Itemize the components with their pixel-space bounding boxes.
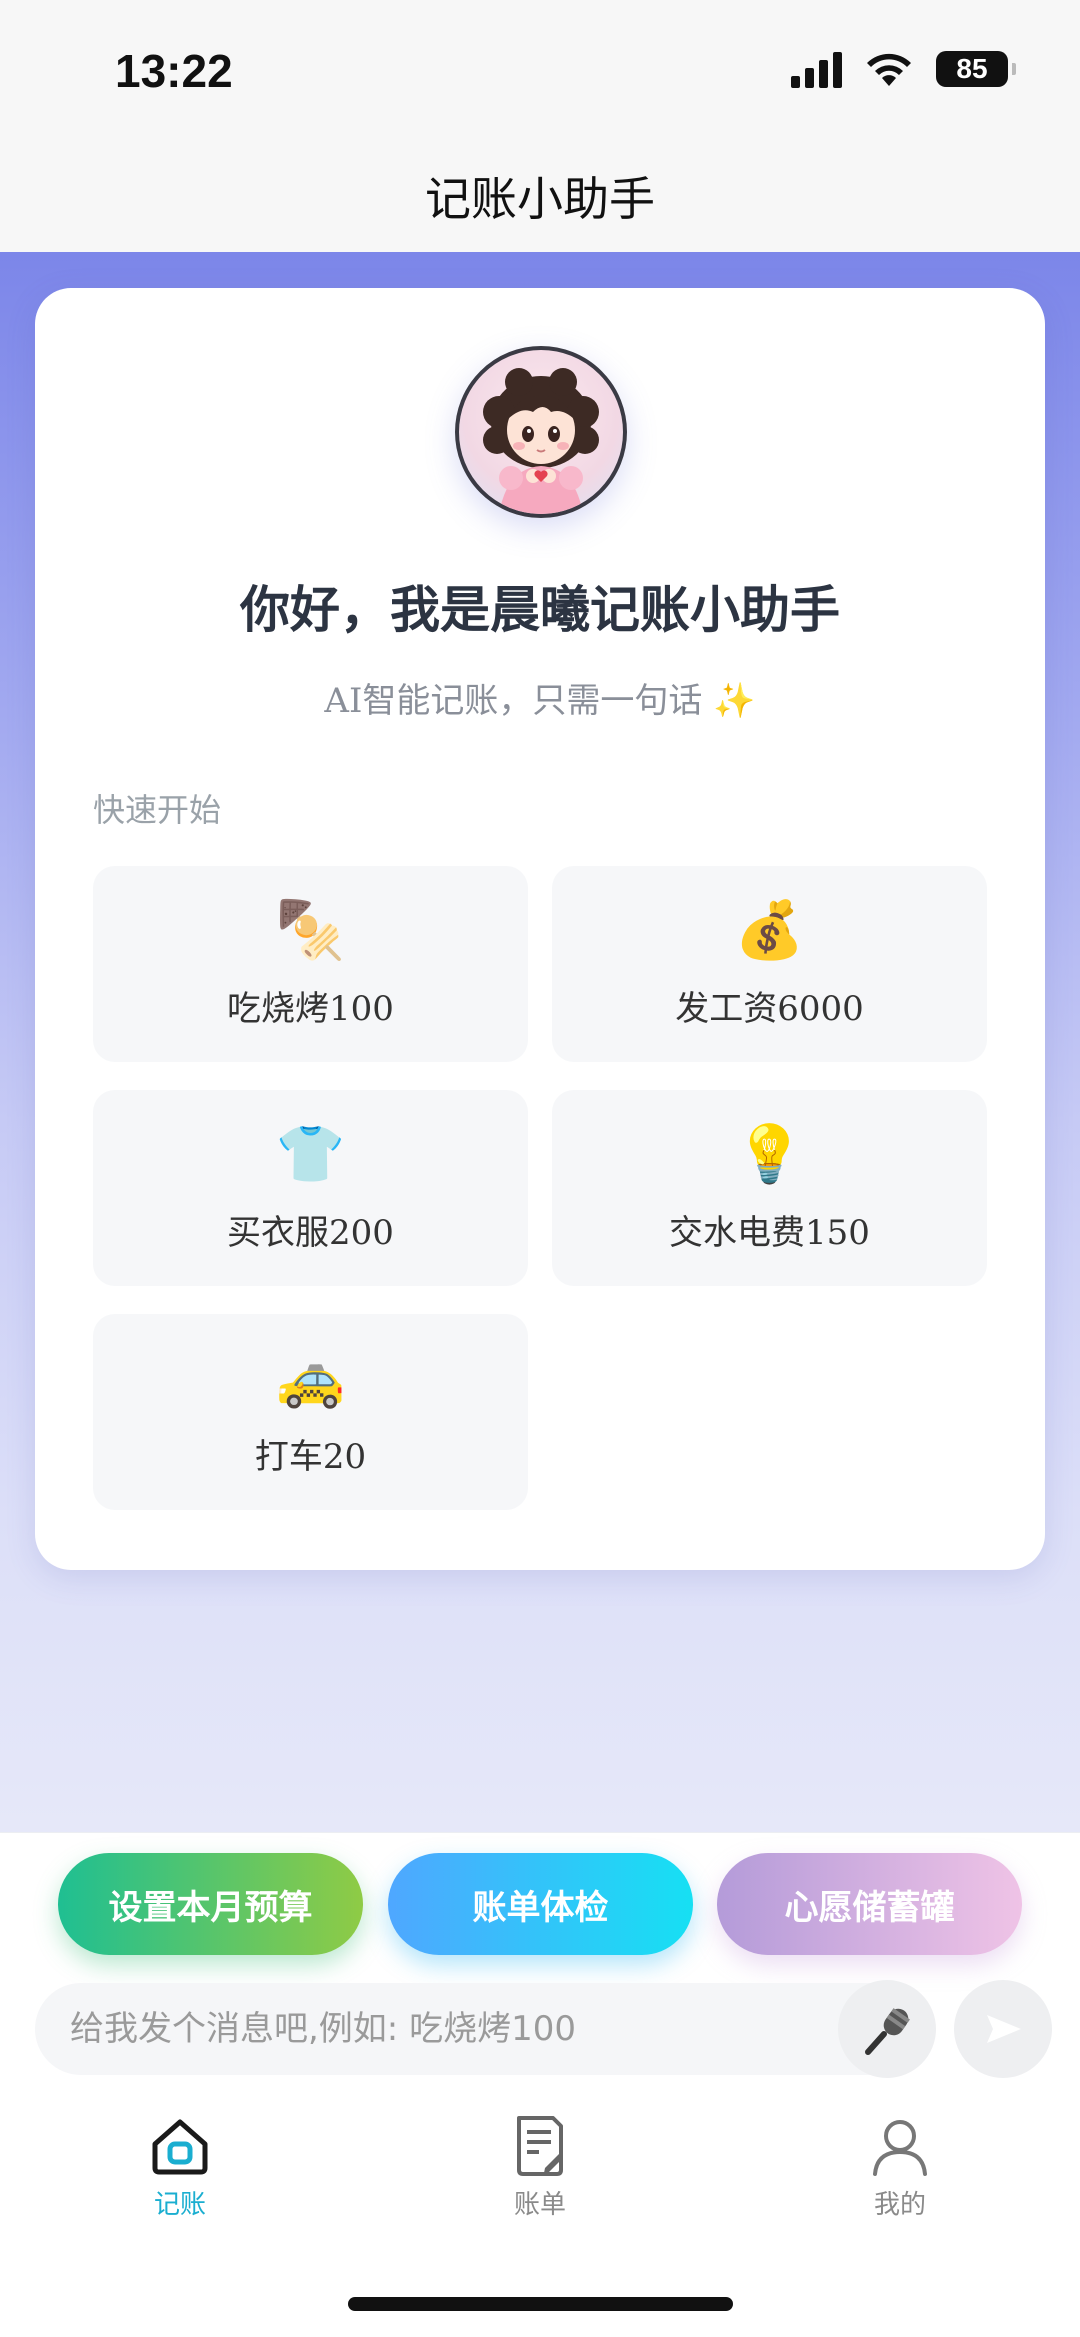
greeting-heading: 你好，我是晨曦记账小助手 (240, 581, 840, 639)
quick-action-utilities[interactable]: 💡 交水电费150 (552, 1090, 987, 1286)
lightbulb-icon: 💡 (734, 1121, 805, 1187)
microphone-icon (865, 2008, 910, 2055)
quick-action-label: 吃烧烤100 (227, 988, 394, 1029)
status-bar: 13:22 85 (0, 0, 1080, 140)
skewer-icon: 🍢 (275, 897, 346, 963)
user-icon (873, 2120, 927, 2176)
quick-start-label: 快速开始 (93, 791, 222, 829)
tab-label: 账单 (513, 2190, 566, 2220)
tab-label: 我的 (873, 2190, 926, 2220)
quick-action-label: 发工资6000 (675, 988, 864, 1029)
wifi-icon (867, 53, 911, 86)
quick-action-salary[interactable]: 💰 发工资6000 (552, 866, 987, 1062)
voice-input-button[interactable] (838, 1980, 936, 2078)
nav-bar: 记账小助手 (0, 140, 1080, 252)
home-indicator[interactable] (348, 2297, 733, 2311)
page-title: 记账小助手 (425, 172, 655, 226)
shirt-icon: 👕 (275, 1121, 346, 1187)
quick-action-clothes[interactable]: 👕 买衣服200 (93, 1090, 528, 1286)
message-input-wrapper (35, 1983, 935, 2075)
send-icon (987, 2015, 1021, 2043)
home-icon (152, 2119, 208, 2175)
send-button[interactable] (954, 1980, 1052, 2078)
bill-checkup-button[interactable]: 账单体检 (388, 1853, 693, 1955)
tab-profile[interactable]: 我的 (800, 2112, 1000, 2222)
bill-document-icon (517, 2116, 563, 2176)
assistant-avatar (455, 346, 627, 518)
girl-avatar-icon (483, 368, 599, 514)
welcome-card: 你好，我是晨曦记账小助手 AI智能记账，只需一句话 ✨ 快速开始 🍢 吃烧烤10… (35, 288, 1045, 1570)
taxi-icon: 🚕 (275, 1345, 346, 1411)
wish-savings-button[interactable]: 心愿储蓄罐 (717, 1853, 1022, 1955)
cellular-signal-icon (791, 50, 842, 88)
quick-action-label: 买衣服200 (227, 1212, 394, 1253)
message-input[interactable] (35, 1983, 935, 2075)
quick-action-label: 交水电费150 (669, 1212, 870, 1253)
quick-action-bbq[interactable]: 🍢 吃烧烤100 (93, 866, 528, 1062)
greeting-subtitle: AI智能记账，只需一句话 ✨ (324, 681, 756, 721)
status-time: 13:22 (115, 45, 233, 97)
set-budget-button[interactable]: 设置本月预算 (58, 1853, 363, 1955)
quick-action-label: 打车20 (254, 1436, 367, 1477)
quick-action-taxi[interactable]: 🚕 打车20 (93, 1314, 528, 1510)
tab-bookkeeping[interactable]: 记账 (80, 2112, 280, 2222)
battery-icon: 85 (936, 51, 1016, 87)
tab-label: 记账 (153, 2190, 206, 2220)
money-bag-icon: 💰 (734, 897, 805, 963)
status-icons: 85 (791, 50, 1016, 88)
tab-bills[interactable]: 账单 (440, 2112, 640, 2222)
